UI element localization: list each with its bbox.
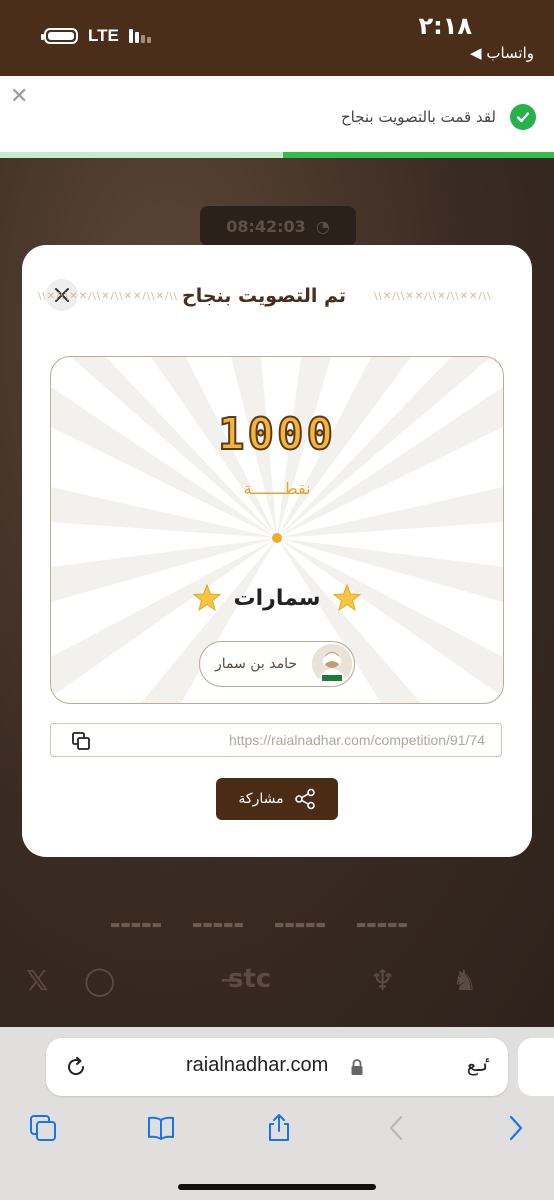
separator-dot (272, 533, 282, 543)
network-type: LTE (88, 26, 119, 45)
whatsapp-icon: ◯ (84, 964, 116, 997)
camel-logo: ♞ (452, 964, 478, 997)
share-link-field[interactable]: https://raialnadhar.com/competition/91/7… (50, 723, 502, 757)
check-icon (510, 104, 536, 130)
signal-icon (128, 29, 151, 43)
next-tab-preview[interactable] (518, 1038, 554, 1096)
address-bar[interactable]: raialnadhar.com ٸع (46, 1038, 508, 1096)
star-icon (192, 583, 221, 612)
vote-success-modal: \\✕/\\✕✕/\\✕/\\✕✕/\\✕/\\ تم التصويت بنجا… (22, 245, 532, 857)
text-size-button[interactable]: ٸع (467, 1054, 488, 1076)
toast-message: لقد قمت بالتصويت بنجاح (340, 108, 496, 126)
stc-logo: s̶tc (228, 964, 272, 994)
toast-progress-bar (0, 152, 554, 158)
clock-icon: ◔ (315, 216, 330, 236)
address-text: raialnadhar.com (186, 1054, 329, 1076)
modal-title: تم التصويت بنجاح (182, 285, 346, 307)
share-icon[interactable] (264, 1113, 294, 1143)
lock-icon (351, 1059, 363, 1075)
footer-links: ▬▬▬▬▬ ▬▬▬▬▬ ▬▬▬▬▬ ▬▬▬▬▬ (110, 918, 408, 931)
status-time: ٢:١٨ (418, 12, 472, 40)
share-icon (294, 788, 315, 810)
share-button[interactable]: مشاركة (216, 778, 338, 820)
battery-icon (41, 28, 78, 44)
share-label: مشاركة (238, 791, 284, 807)
tabs-icon[interactable] (28, 1113, 58, 1143)
success-toast: ✕ لقد قمت بالتصويت بنجاح (0, 76, 554, 158)
reload-icon[interactable] (64, 1055, 88, 1079)
song-title-row: سمارات (51, 583, 503, 613)
vote-card: 1000 نقطـــــــة سمارات حامد بن سمار (50, 356, 504, 704)
points-value: 1000 (217, 408, 336, 461)
status-bar: LTE ٢:١٨ ◀ واتساب (0, 0, 554, 76)
share-link-url: https://raialnadhar.com/competition/91/7… (228, 732, 485, 748)
bookmarks-icon[interactable] (146, 1113, 176, 1143)
song-title: سمارات (233, 585, 321, 611)
footer-icons: 𝕏 ◯ s̶tc ♆ ♞ (20, 964, 540, 1014)
ornament-left: \\✕/\\✕✕/\\✕/\\✕✕/\\✕/\\ (38, 291, 178, 302)
browser-toolbar: raialnadhar.com ٸع (0, 1027, 554, 1200)
close-icon[interactable]: ✕ (10, 84, 28, 109)
artist-name: حامد بن سمار (214, 656, 298, 672)
back-to-app-link[interactable]: ◀ واتساب (470, 44, 534, 62)
forward-icon[interactable] (500, 1113, 530, 1143)
home-indicator (178, 1184, 376, 1190)
star-icon (333, 583, 362, 612)
ornament-right: \\✕/\\✕✕/\\✕/\\✕✕/\\ (374, 291, 492, 302)
back-icon[interactable] (382, 1113, 412, 1143)
artist-avatar (312, 644, 352, 684)
countdown-timer: 08:42:03 ◔ (200, 206, 356, 246)
copy-icon[interactable] (71, 731, 91, 751)
points-label: نقطـــــــة (243, 479, 311, 498)
status-indicators: LTE (41, 26, 151, 46)
emblem-logo: ♆ (370, 964, 396, 997)
artist-chip[interactable]: حامد بن سمار (199, 641, 355, 687)
toast-progress-fill (282, 152, 554, 158)
x-icon: 𝕏 (26, 964, 49, 997)
